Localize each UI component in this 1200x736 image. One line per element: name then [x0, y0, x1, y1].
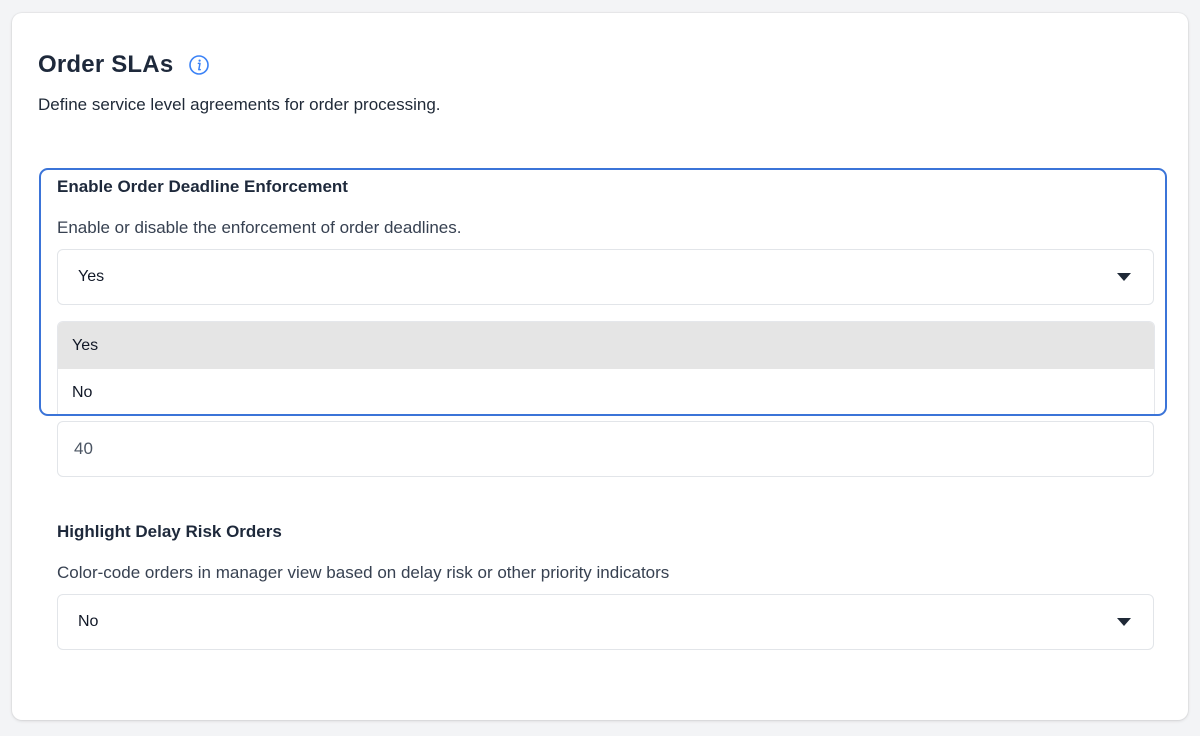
highlight-delay-risk-label: Highlight Delay Risk Orders: [57, 522, 282, 541]
highlight-delay-risk-select[interactable]: No: [57, 594, 1154, 650]
info-icon[interactable]: [189, 55, 210, 75]
page-title: Order SLAs: [38, 51, 174, 78]
highlight-delay-risk-description: Color-code orders in manager view based …: [57, 563, 670, 582]
order-slas-card: Order SLAs Define service level agreemen…: [12, 13, 1188, 720]
deadline-enforcement-selected-value: Yes: [78, 268, 105, 285]
chevron-down-icon: [1117, 273, 1131, 281]
dropdown-option-yes[interactable]: Yes: [58, 322, 1154, 369]
chevron-down-icon: [1117, 618, 1131, 626]
number-input-value: 40: [74, 439, 93, 458]
page-subtitle: Define service level agreements for orde…: [38, 95, 441, 114]
title-row: Order SLAs: [38, 51, 210, 79]
number-input[interactable]: 40: [57, 421, 1154, 477]
deadline-enforcement-description: Enable or disable the enforcement of ord…: [57, 218, 462, 237]
deadline-enforcement-dropdown: Yes No: [57, 321, 1155, 416]
deadline-enforcement-select[interactable]: Yes: [57, 249, 1154, 305]
highlight-delay-risk-selected-value: No: [78, 613, 99, 630]
deadline-enforcement-label: Enable Order Deadline Enforcement: [57, 177, 348, 196]
dropdown-option-no[interactable]: No: [58, 369, 1154, 415]
